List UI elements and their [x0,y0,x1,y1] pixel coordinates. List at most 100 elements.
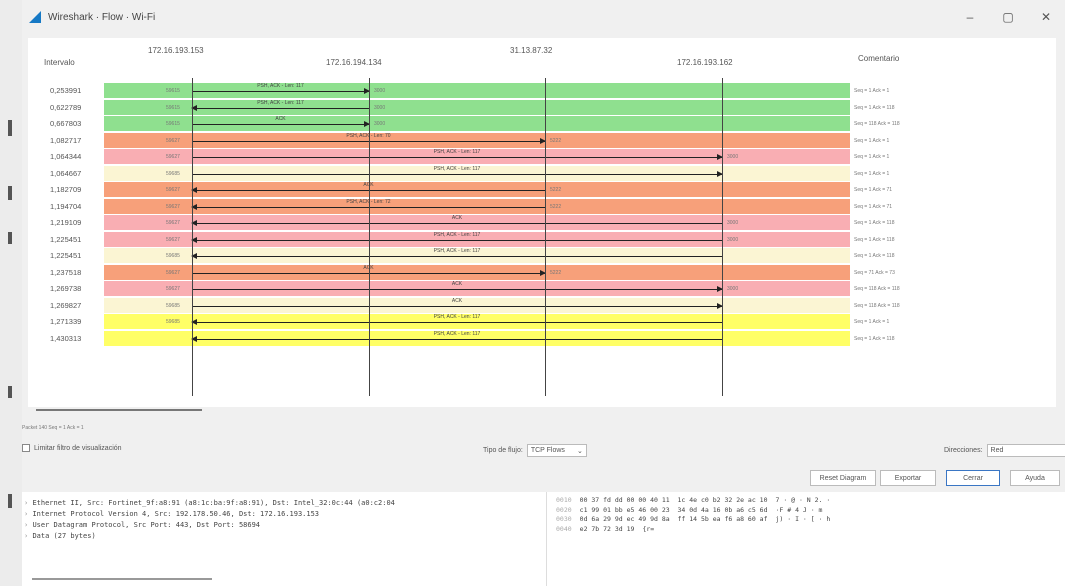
row-dst-port: 5222 [550,269,562,276]
flow-type-select[interactable]: TCP Flows ⌄ [526,444,587,457]
flow-arrow[interactable]: PSH, ACK - Len: 117 [191,248,722,259]
host-header: 172.16.193.162 [677,58,733,67]
chevron-down-icon: ⌄ [576,447,583,455]
flow-arrow[interactable]: ACK [192,298,723,309]
row-src-port: 59627 [166,203,180,210]
row-comment: Seq = 1 Ack = 118 [854,236,895,243]
host-header: 172.16.193.153 [148,46,204,55]
comment-header: Comentario [858,54,900,63]
arrow-label: PSH, ACK - Len: 117 [257,83,304,89]
flow-arrow[interactable]: PSH, ACK - Len: 117 [191,314,722,325]
row-time: 0,622789 [50,102,82,112]
directions-group: Direcciones: Red ⌄ [944,444,1065,457]
row-src-port: 59685 [166,170,180,177]
horizontal-scrollbar[interactable] [36,409,202,411]
detail-item[interactable]: Internet Protocol Version 4, Src: 192.17… [24,509,395,520]
detail-item[interactable]: Data (27 bytes) [24,531,395,542]
reset-diagram-button[interactable]: Reset Diagram [810,470,876,486]
row-src-port: 59627 [166,137,180,144]
flow-arrow[interactable]: PSH, ACK - Len: 117 [191,232,722,243]
row-src-port: 59685 [166,319,180,325]
limit-filter-option[interactable]: Limitar filtro de visualización [22,444,122,452]
arrow-label: PSH, ACK - Len: 117 [433,149,481,155]
directions-select[interactable]: Red ⌄ [986,444,1065,457]
flow-type-value: TCP Flows [530,447,565,454]
wireshark-icon [29,11,41,23]
directions-value: Red [990,447,1004,454]
help-button[interactable]: Ayuda [1010,470,1060,486]
row-dst-port: 3000 [727,286,739,292]
left-marker [8,494,12,508]
host-lifeline [545,78,546,396]
row-comment: Seq = 118 Ack = 118 [854,302,900,309]
row-dst-port: 5222 [550,203,562,210]
flow-type-group: Tipo de flujo: TCP Flows ⌄ [483,444,587,457]
row-time: 1,430313 [50,333,82,343]
flow-arrow[interactable]: ACK [191,215,722,226]
host-lifeline [722,78,723,396]
maximize-button[interactable]: ▢ [989,0,1027,34]
flow-arrow[interactable]: ACK [192,281,723,292]
arrow-label: PSH, ACK - Len: 117 [433,231,481,238]
flow-arrow[interactable]: PSH, ACK - Len: 117 [191,331,722,342]
close-button[interactable]: Cerrar [946,470,1000,486]
row-src-port: 59627 [166,269,180,276]
flow-arrow[interactable]: PSH, ACK - Len: 117 [192,83,370,94]
limit-filter-label: Limitar filtro de visualización [34,444,122,452]
row-src-port: 59627 [166,236,180,243]
details-scrollbar[interactable] [32,578,212,580]
row-comment: Seq = 1 Ack = 1 [854,154,890,160]
interval-header: Intervalo [44,58,75,67]
row-dst-port: 3000 [374,104,386,111]
row-comment: Seq = 1 Ack = 118 [854,104,895,111]
left-marker [8,386,12,398]
hex-row: 0040 e2 7b 72 3d 19 {r= [556,524,655,533]
flow-type-label: Tipo de flujo: [483,447,523,454]
arrow-label: PSH, ACK - Len: 117 [433,314,481,320]
row-src-port: 59685 [166,302,180,309]
row-comment: Seq = 1 Ack = 118 [854,335,895,342]
packet-details-tree[interactable]: Ethernet II, Src: Fortinet_9f:a8:91 (a8:… [24,498,395,542]
detail-item[interactable]: User Datagram Protocol, Src Port: 443, D… [24,520,395,531]
export-button[interactable]: Exportar [880,470,936,486]
left-marker [8,186,12,200]
row-time: 1,064344 [50,152,82,161]
arrow-label: PSH, ACK - Len: 117 [433,248,481,254]
packet-panes: Ethernet II, Src: Fortinet_9f:a8:91 (a8:… [22,492,1065,586]
host-lifeline [192,78,193,396]
row-src-port: 59615 [166,121,180,127]
minimize-button[interactable]: – [951,0,989,34]
row-dst-port: 3000 [727,220,739,226]
row-src-port: 59627 [166,187,180,193]
flow-arrow[interactable]: ACK [192,116,370,127]
close-window-button[interactable]: ✕ [1027,0,1065,34]
left-strip [0,0,22,586]
flow-arrow[interactable]: PSH, ACK - Len: 117 [192,149,723,160]
row-comment: Seq = 1 Ack = 1 [854,170,890,177]
host-header: 172.16.194.134 [326,58,382,67]
row-dst-port: 5222 [550,187,562,193]
flow-diagram[interactable]: Intervalo 172.16.193.153 172.16.194.134 … [28,38,1056,407]
pane-divider[interactable] [546,492,547,586]
hex-row: 0020 c1 99 01 bb e5 46 00 23 34 0d 4a 16 … [556,505,823,514]
row-comment: Seq = 1 Ack = 71 [854,187,893,193]
row-comment: Seq = 1 Ack = 71 [854,203,893,210]
row-src-port: 59685 [166,253,180,259]
limit-filter-checkbox[interactable] [22,444,30,452]
status-text: Packet 140 Seq = 1 Ack = 1 [22,425,84,431]
host-header: 31.13.87.32 [510,46,553,55]
left-marker [8,120,12,136]
row-time: 0,667803 [50,119,82,128]
row-src-port: 59615 [166,88,180,94]
row-src-port: 59615 [166,104,180,111]
flow-arrow[interactable]: PSH, ACK - Len: 117 [191,100,369,111]
row-comment: Seq = 118 Ack = 118 [854,121,900,127]
detail-item[interactable]: Ethernet II, Src: Fortinet_9f:a8:91 (a8:… [24,498,394,509]
directions-label: Direcciones: [944,447,983,454]
row-dst-port: 3000 [727,154,739,160]
row-time: 1,269827 [50,300,82,310]
row-src-port: 59627 [166,220,180,226]
hex-dump[interactable]: 0010 00 37 fd dd 00 00 40 11 1c 4e c0 b2 … [556,496,830,534]
flow-arrow[interactable]: PSH, ACK - Len: 117 [192,166,723,177]
title-bar: Wireshark · Flow · Wi-Fi – ▢ ✕ [22,0,1065,34]
